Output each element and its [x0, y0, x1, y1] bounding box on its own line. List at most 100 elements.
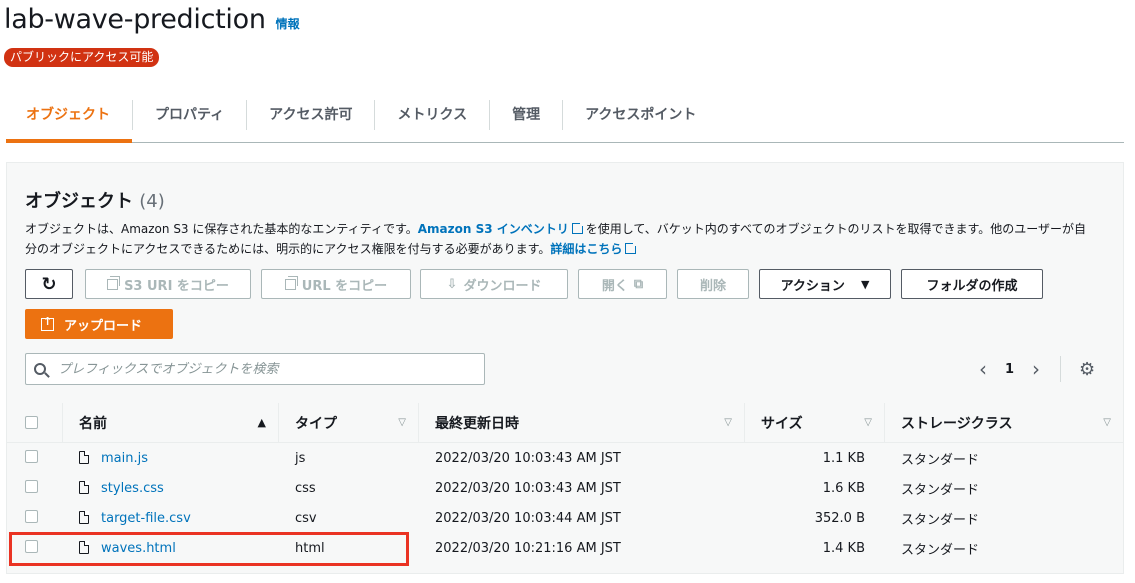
objects-panel: オブジェクト (4) オブジェクトは、Amazon S3 に保存された基本的なエ… — [6, 162, 1124, 574]
external-link-icon — [625, 241, 639, 254]
column-last-modified-label: 最終更新日時 — [435, 415, 519, 432]
tab-access-points[interactable]: アクセスポイント — [563, 100, 718, 130]
object-type: csv — [295, 510, 317, 526]
row-checkbox[interactable] — [25, 479, 38, 493]
tab-metrics[interactable]: メトリクス — [375, 100, 491, 130]
column-storage-class[interactable]: ストレージクラス ▽ — [885, 403, 1123, 443]
object-last-modified: 2022/03/20 10:03:43 AM JST — [435, 450, 621, 466]
objects-heading: オブジェクト (4) — [25, 187, 165, 213]
column-type[interactable]: タイプ ▽ — [279, 402, 419, 443]
tab-objects[interactable]: オブジェクト — [6, 100, 133, 143]
pagination: ‹ 1 › ⚙ — [979, 353, 1095, 385]
bucket-title: lab-wave-prediction — [4, 4, 266, 35]
gear-icon[interactable]: ⚙ — [1079, 359, 1095, 380]
sort-ascending-icon: ▲ — [257, 416, 266, 429]
objects-description: オブジェクトは、Amazon S3 に保存された基本的なエンティティです。Ama… — [25, 219, 1095, 259]
download-label: ダウンロード — [463, 278, 542, 294]
open-label: 開く — [601, 278, 628, 294]
learn-more-link[interactable]: 詳細はこちら — [550, 242, 622, 256]
object-search — [25, 353, 485, 385]
object-name-link[interactable]: styles.css — [101, 481, 164, 496]
object-name-link[interactable]: target-file.csv — [101, 511, 191, 526]
row-checkbox[interactable] — [25, 509, 38, 523]
page-number[interactable]: 1 — [1005, 362, 1014, 377]
refresh-button[interactable]: ↻ — [25, 269, 73, 299]
table-row[interactable]: target-file.csv csv 2022/03/20 10:03:44 … — [7, 503, 1123, 533]
object-type: css — [295, 480, 316, 496]
external-link-icon: ⧉ — [633, 276, 644, 292]
upload-label: アップロード — [64, 318, 143, 334]
copy-icon — [107, 275, 121, 290]
search-icon — [34, 363, 46, 375]
create-folder-button[interactable]: フォルダの作成 — [901, 269, 1043, 299]
select-all-checkbox[interactable] — [25, 416, 38, 429]
object-storage-class: スタンダード — [901, 452, 980, 468]
delete-label: 削除 — [699, 278, 726, 294]
object-size: 1.6 KB — [822, 480, 865, 496]
highlight-annotation — [9, 532, 409, 566]
copy-url-button[interactable]: URL をコピー — [261, 269, 411, 299]
objects-heading-label: オブジェクト — [25, 191, 133, 212]
bucket-tabs: オブジェクト プロパティ アクセス許可 メトリクス 管理 アクセスポイント — [6, 88, 1124, 143]
object-storage-class: スタンダード — [901, 512, 980, 528]
select-all-cell — [7, 402, 63, 443]
table-header: 名前 ▲ タイプ ▽ 最終更新日時 ▽ サイズ ▽ ストレージクラス ▽ — [7, 402, 1123, 443]
actions-label: アクション — [780, 278, 845, 294]
copy-icon — [284, 275, 298, 290]
column-name[interactable]: 名前 ▲ — [63, 402, 279, 443]
object-last-modified: 2022/03/20 10:03:44 AM JST — [435, 510, 621, 526]
external-link-icon — [571, 221, 585, 234]
copy-url-label: URL をコピー — [301, 278, 388, 294]
column-size-label: サイズ — [761, 415, 803, 432]
object-storage-class: スタンダード — [901, 482, 980, 498]
sort-icon: ▽ — [398, 417, 406, 428]
table-row[interactable]: styles.css css 2022/03/20 10:03:43 AM JS… — [7, 473, 1123, 503]
tab-management[interactable]: 管理 — [490, 100, 564, 130]
sort-icon: ▽ — [1103, 417, 1111, 428]
object-size: 1.1 KB — [822, 450, 865, 466]
object-name-link[interactable]: main.js — [101, 451, 148, 466]
info-link[interactable]: 情報 — [276, 15, 300, 32]
copy-s3-uri-label: S3 URI をコピー — [124, 278, 229, 294]
object-size: 352.0 B — [814, 510, 865, 526]
objects-count: (4) — [139, 191, 165, 212]
column-size[interactable]: サイズ ▽ — [745, 402, 885, 443]
caret-down-icon: ▼ — [860, 277, 870, 291]
column-name-label: 名前 — [79, 415, 107, 432]
refresh-icon: ↻ — [41, 273, 57, 295]
column-last-modified[interactable]: 最終更新日時 ▽ — [419, 402, 745, 443]
object-storage-class: スタンダード — [901, 542, 980, 558]
upload-icon — [41, 315, 54, 331]
download-icon: ⇩ — [446, 276, 458, 292]
copy-s3-uri-button[interactable]: S3 URI をコピー — [85, 269, 251, 299]
object-type: js — [295, 450, 306, 466]
public-access-badge: パブリックにアクセス可能 — [4, 48, 160, 67]
create-folder-label: フォルダの作成 — [926, 278, 1018, 294]
description-text-1: オブジェクトは、Amazon S3 に保存された基本的なエンティティです。 — [25, 222, 418, 236]
page-header: lab-wave-prediction 情報 — [4, 4, 300, 35]
object-last-modified: 2022/03/20 10:21:16 AM JST — [435, 540, 621, 556]
table-row[interactable]: main.js js 2022/03/20 10:03:43 AM JST 1.… — [7, 443, 1123, 473]
search-input[interactable] — [58, 361, 458, 377]
chevron-left-icon[interactable]: ‹ — [979, 357, 987, 381]
file-icon — [79, 510, 89, 524]
download-button[interactable]: ⇩ ダウンロード — [420, 269, 568, 299]
row-checkbox[interactable] — [25, 449, 38, 463]
chevron-right-icon[interactable]: › — [1032, 357, 1040, 381]
tab-properties[interactable]: プロパティ — [133, 100, 248, 130]
file-icon — [79, 480, 89, 494]
object-size: 1.4 KB — [822, 540, 865, 556]
actions-dropdown[interactable]: アクション ▼ — [759, 269, 891, 299]
object-last-modified: 2022/03/20 10:03:43 AM JST — [435, 480, 621, 496]
open-button[interactable]: 開く ⧉ — [578, 269, 667, 299]
tab-permissions[interactable]: アクセス許可 — [247, 100, 376, 130]
sort-icon: ▽ — [724, 417, 732, 428]
delete-button[interactable]: 削除 — [677, 269, 749, 299]
upload-button[interactable]: アップロード — [25, 309, 173, 339]
divider — [1060, 356, 1062, 382]
column-storage-class-label: ストレージクラス — [901, 415, 1013, 432]
column-type-label: タイプ — [295, 415, 337, 432]
file-icon — [79, 450, 89, 464]
sort-icon: ▽ — [864, 417, 872, 428]
s3-inventory-link[interactable]: Amazon S3 インベントリ — [418, 222, 569, 236]
